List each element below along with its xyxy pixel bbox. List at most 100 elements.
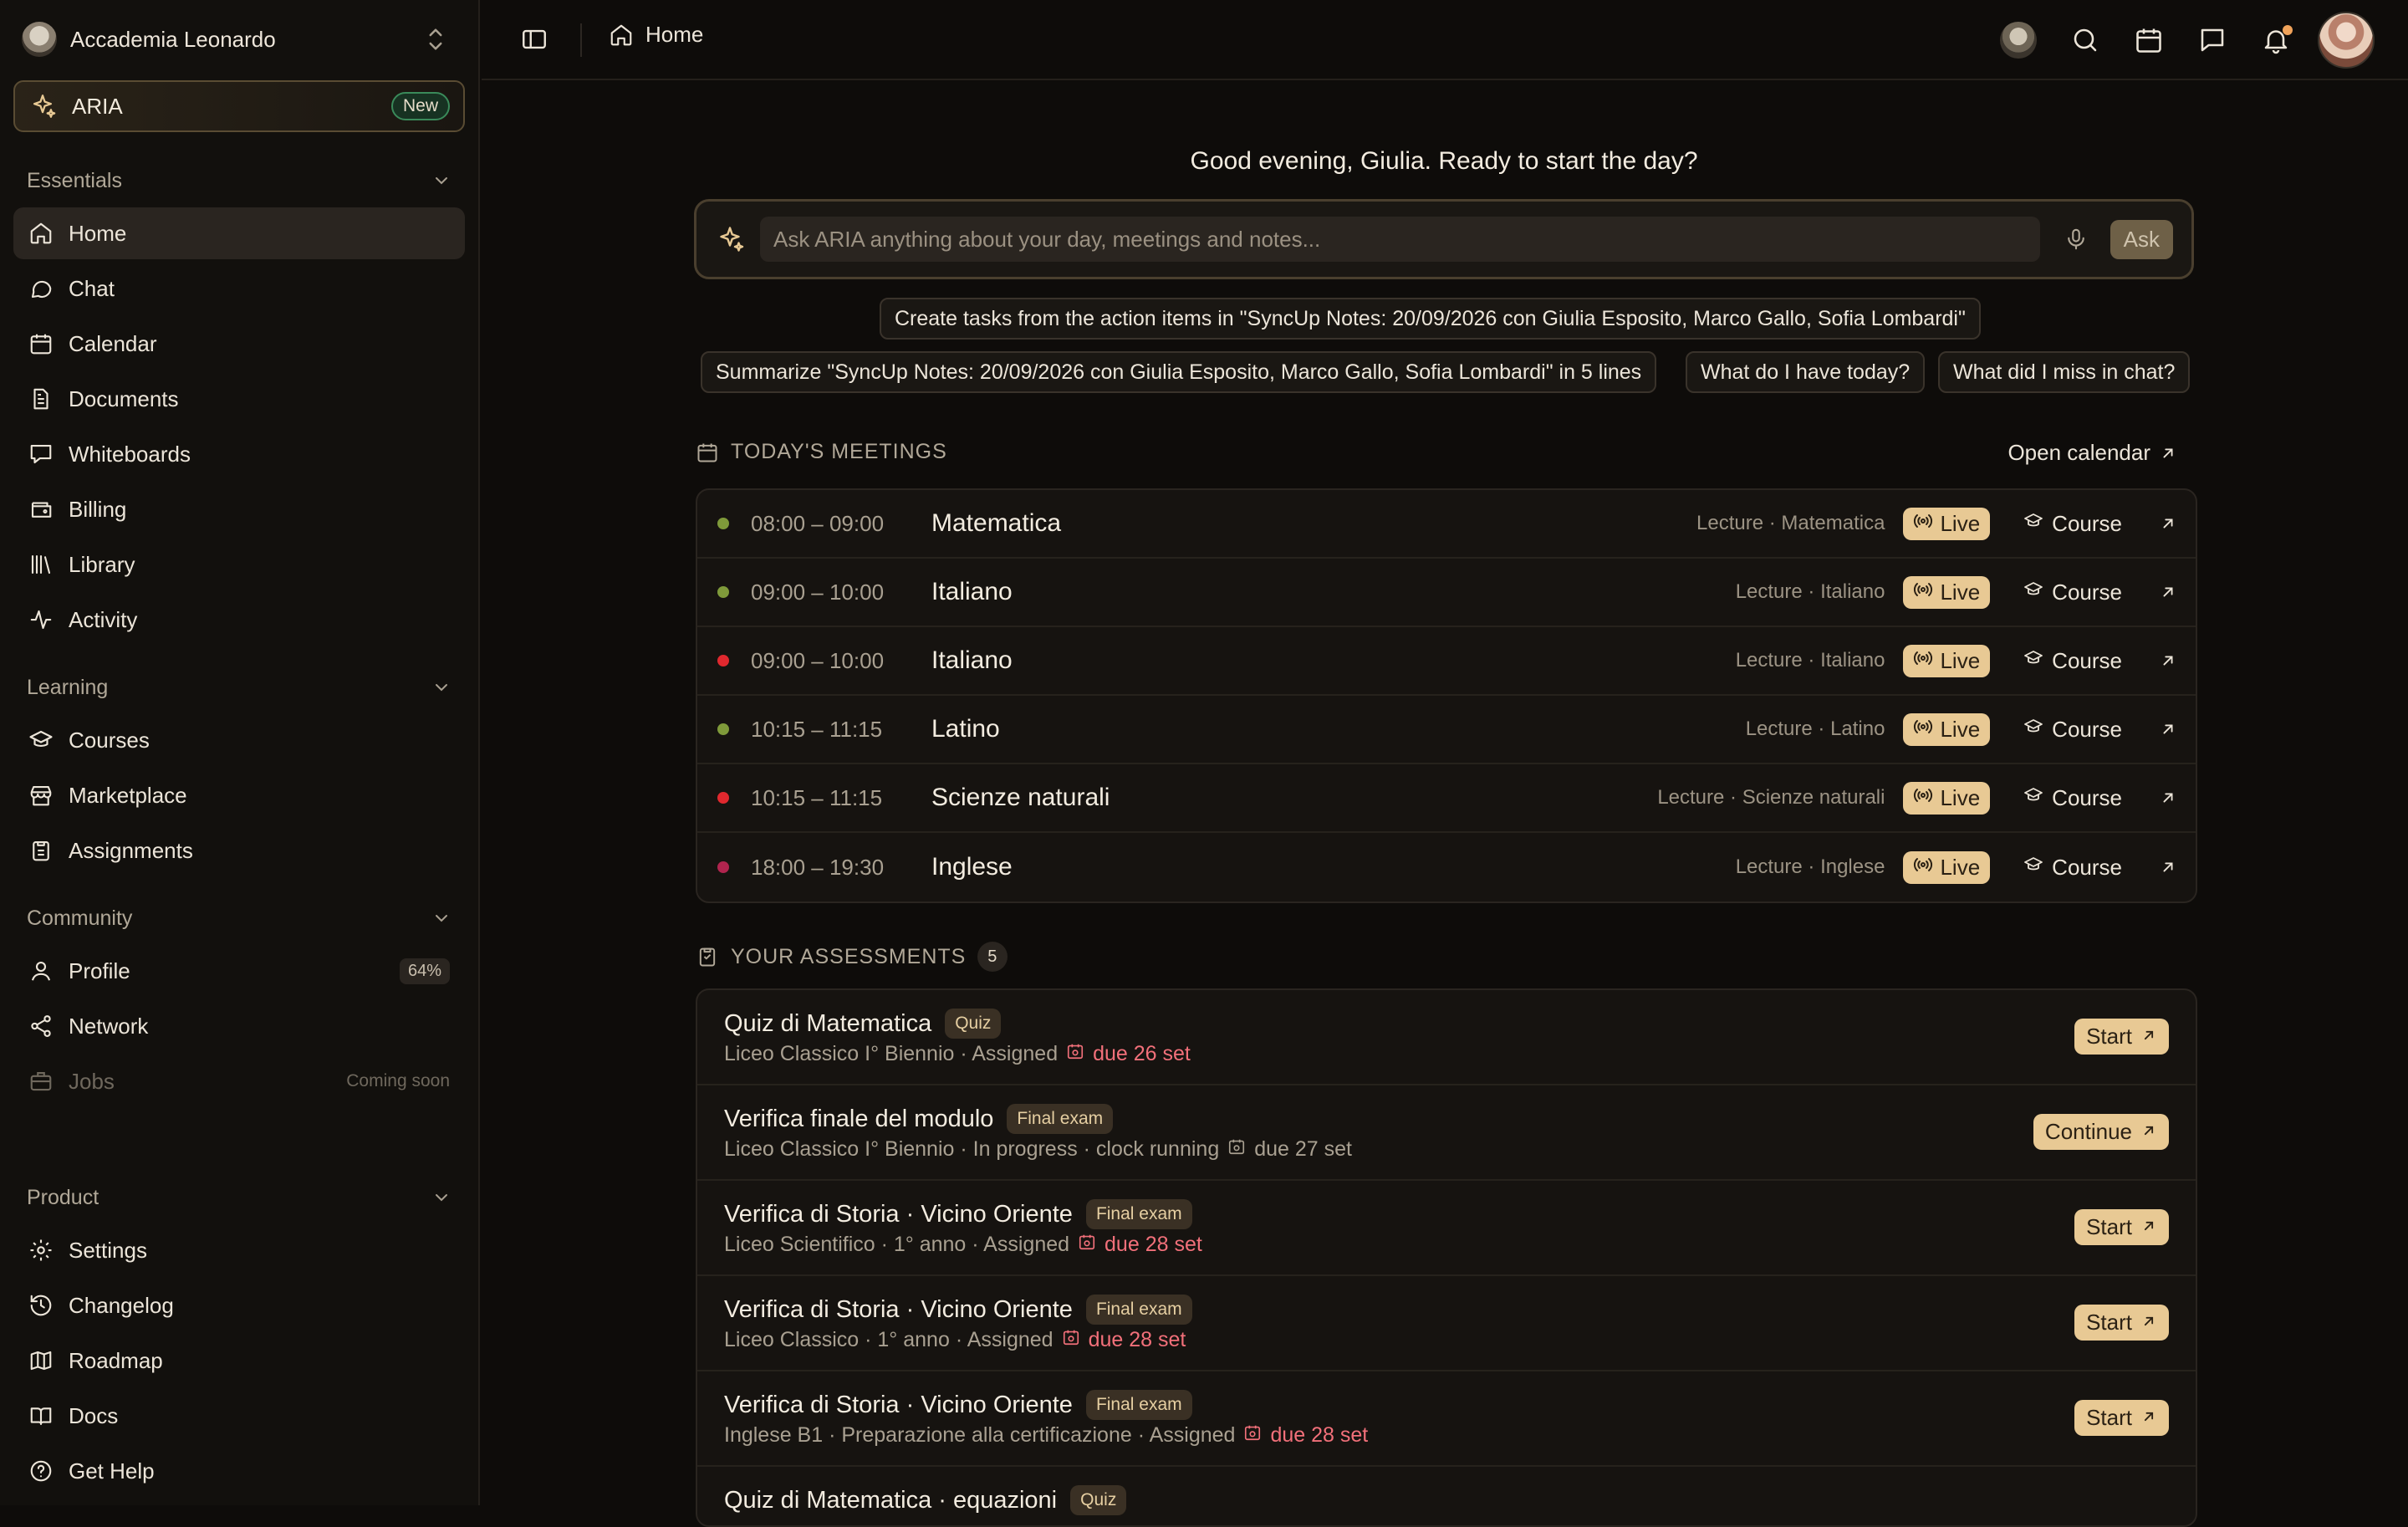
assessment-row[interactable]: Verifica di Storia · Vicino Oriente Final…: [697, 1181, 2196, 1276]
ask-button[interactable]: Ask: [2110, 219, 2173, 259]
sidebar-item-documents[interactable]: Documents: [13, 373, 465, 425]
search-icon[interactable]: [2070, 25, 2100, 55]
course-link[interactable]: Course: [2023, 785, 2122, 811]
calendar-clock-icon: [1078, 1233, 1105, 1257]
calendar-icon: [697, 443, 717, 462]
assessment-row[interactable]: Quiz di Matematica Quiz Liceo Classico I° …: [697, 990, 2196, 1085]
sidebar-item-profile[interactable]: Profile 64%: [13, 945, 465, 997]
sidebar-item-label: Settings: [69, 1237, 147, 1263]
sidebar-toggle-icon[interactable]: [520, 25, 548, 54]
meeting-title: Scienze naturali: [931, 784, 1110, 811]
assessment-row[interactable]: Verifica finale del modulo Final exam Lice…: [697, 1085, 2196, 1181]
assessment-title: Verifica di Storia · Vicino Oriente: [724, 1295, 1073, 1323]
meeting-row[interactable]: 09:00 – 10:00 Italiano Lecture · Italiano L…: [697, 559, 2196, 627]
chevron-down-icon: [436, 915, 447, 922]
meeting-row[interactable]: 09:00 – 10:00 Italiano Lecture · Italiano L…: [697, 627, 2196, 696]
sidebar-item-calendar[interactable]: Calendar: [13, 318, 465, 370]
sidebar-item-marketplace[interactable]: Marketplace: [13, 769, 465, 821]
breadcrumb[interactable]: Home: [609, 22, 703, 48]
sidebar-item-changelog[interactable]: Changelog: [13, 1279, 465, 1331]
assessment-row[interactable]: Verifica di Storia · Vicino Oriente Final…: [697, 1371, 2196, 1467]
sidebar-item-settings[interactable]: Settings: [13, 1224, 465, 1276]
section-header-community[interactable]: Community: [27, 901, 452, 935]
section-header-learning[interactable]: Learning: [27, 671, 452, 704]
sidebar-item-network[interactable]: Network: [13, 1000, 465, 1052]
whiteboard-icon: [30, 444, 52, 464]
course-link[interactable]: Course: [2023, 648, 2122, 674]
sidebar-item-roadmap[interactable]: Roadmap: [13, 1335, 465, 1387]
sidebar-item-label: Courses: [69, 727, 150, 753]
section-header-product[interactable]: Product: [27, 1181, 452, 1214]
meeting-row[interactable]: 10:15 – 11:15 Scienze naturali Lecture · S…: [697, 764, 2196, 833]
section-header-essentials[interactable]: Essentials: [27, 164, 452, 197]
assessment-row[interactable]: Quiz di Matematica · equazioni Quiz: [697, 1467, 2196, 1525]
calendar-icon[interactable]: [2134, 25, 2164, 55]
assessment-row[interactable]: Verifica di Storia · Vicino Oriente Final…: [697, 1276, 2196, 1371]
live-badge[interactable]: Live: [1903, 781, 1991, 815]
live-badge[interactable]: Live: [1903, 575, 1991, 609]
profile-completion-badge: 64%: [399, 958, 450, 984]
meetings-section-title: TODAY'S MEETINGS: [696, 440, 947, 464]
sidebar-item-billing[interactable]: Billing: [13, 483, 465, 535]
arrow-up-right-icon[interactable]: [2159, 514, 2177, 533]
sidebar-item-activity[interactable]: Activity: [13, 594, 465, 646]
aria-ask-input[interactable]: [760, 217, 2040, 262]
live-badge[interactable]: Live: [1903, 850, 1991, 884]
sidebar-item-chat[interactable]: Chat: [13, 263, 465, 314]
chevron-down-icon: [436, 684, 447, 692]
workspace-avatar[interactable]: [2000, 22, 2037, 59]
microphone-icon[interactable]: [2064, 227, 2089, 252]
arrow-up-right-icon[interactable]: [2159, 858, 2177, 876]
user-avatar[interactable]: [2318, 12, 2375, 69]
aria-button[interactable]: ARIA New: [13, 80, 465, 132]
sidebar-item-label: Roadmap: [69, 1347, 163, 1373]
assessment-subtitle: Liceo Scientifico · 1° anno · Assigned du…: [724, 1233, 1202, 1257]
course-link[interactable]: Course: [2023, 717, 2122, 743]
arrow-up-right-icon[interactable]: [2159, 720, 2177, 738]
arrow-up-right-icon[interactable]: [2159, 789, 2177, 807]
open-calendar-link[interactable]: Open calendar: [2008, 440, 2177, 466]
sidebar-item-whiteboards[interactable]: Whiteboards: [13, 428, 465, 480]
share-icon: [31, 1015, 51, 1037]
arrow-up-right-icon[interactable]: [2159, 583, 2177, 601]
arrow-up-right-icon[interactable]: [2159, 651, 2177, 670]
sidebar-item-library[interactable]: Library: [13, 539, 465, 590]
suggestion-chip[interactable]: Create tasks from the action items in "S…: [880, 298, 1981, 340]
sidebar-item-docs[interactable]: Docs: [13, 1390, 465, 1442]
live-badge[interactable]: Live: [1903, 712, 1991, 746]
course-link[interactable]: Course: [2023, 580, 2122, 605]
live-badge[interactable]: Live: [1903, 507, 1991, 540]
message-icon[interactable]: [2197, 25, 2227, 55]
assessment-action-button[interactable]: Start: [2074, 1305, 2169, 1341]
suggestion-chip[interactable]: What did I miss in chat?: [1938, 351, 2191, 393]
status-dot: [717, 655, 729, 666]
sidebar-item-assignments[interactable]: Assignments: [13, 825, 465, 876]
meeting-row[interactable]: 10:15 – 11:15 Latino Lecture · Latino Live C…: [697, 696, 2196, 764]
assessment-title-line: Quiz di Matematica Quiz: [724, 1009, 1002, 1039]
meeting-row[interactable]: 08:00 – 09:00 Matematica Lecture · Matemat…: [697, 490, 2196, 559]
assessment-title: Verifica finale del modulo: [724, 1105, 994, 1132]
course-link[interactable]: Course: [2023, 855, 2122, 881]
assessment-type-tag: Quiz: [945, 1009, 1002, 1039]
assessment-action-button[interactable]: Start: [2074, 1400, 2169, 1436]
sidebar-item-label: Library: [69, 551, 135, 577]
bell-icon[interactable]: [2261, 25, 2293, 55]
sidebar-item-courses[interactable]: Courses: [13, 714, 465, 766]
live-badge[interactable]: Live: [1903, 644, 1991, 677]
meeting-row[interactable]: 18:00 – 19:30 Inglese Lecture · Inglese Liv…: [697, 833, 2196, 901]
course-link[interactable]: Course: [2023, 511, 2122, 537]
assessment-action-button[interactable]: Start: [2074, 1019, 2169, 1055]
meeting-meta: Lecture · Scienze naturali: [1657, 786, 1885, 809]
suggestion-chip[interactable]: What do I have today?: [1686, 351, 1926, 393]
meeting-title: Matematica: [931, 509, 1062, 537]
workspace-switcher[interactable]: Accademia Leonardo: [22, 18, 448, 60]
assessments-count-badge: 5: [977, 942, 1008, 972]
assessment-action-button[interactable]: Start: [2074, 1209, 2169, 1245]
due-date-label: due 26 set: [1093, 1042, 1191, 1065]
suggestion-chip[interactable]: Summarize "SyncUp Notes: 20/09/2026 con …: [701, 351, 1657, 393]
assessment-action-button[interactable]: Continue: [2033, 1114, 2169, 1150]
calendar-clock-icon: [1227, 1137, 1254, 1162]
sidebar-item-get-help[interactable]: Get Help: [13, 1445, 465, 1497]
sidebar-item-home[interactable]: Home: [13, 207, 465, 259]
assessment-subtitle: Liceo Classico I° Biennio · In progress …: [724, 1137, 1352, 1162]
